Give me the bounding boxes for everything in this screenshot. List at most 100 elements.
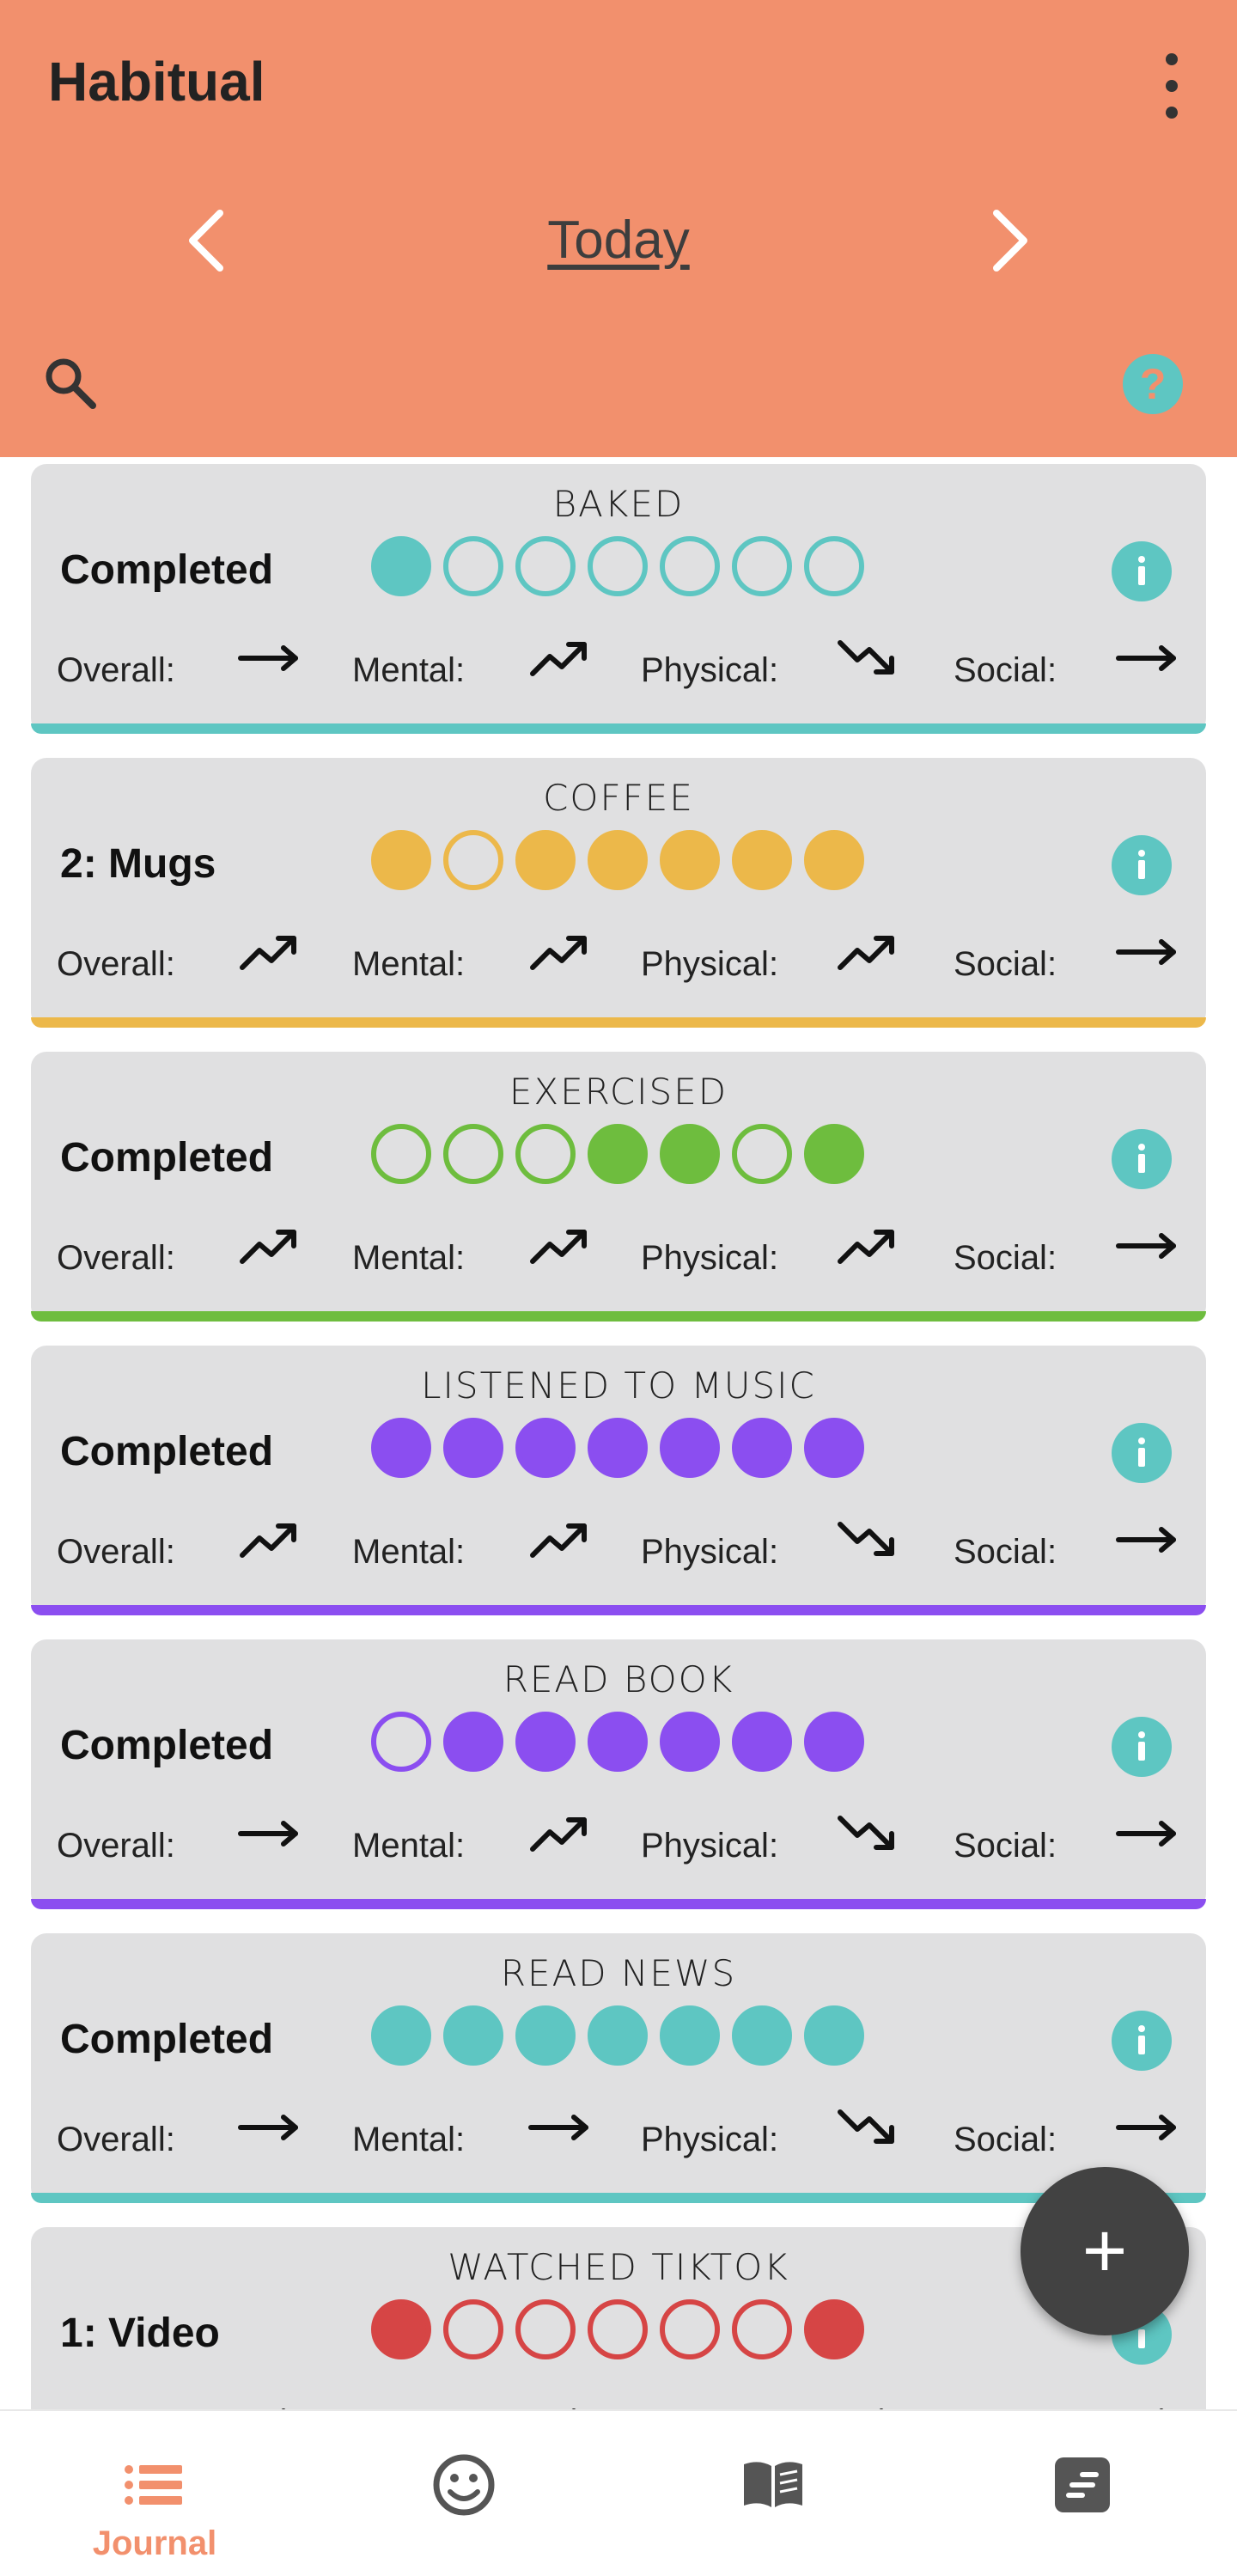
habit-status: 1: Video: [60, 2310, 220, 2356]
bottom-navigation: Journal: [0, 2409, 1237, 2576]
habit-title: BAKED: [552, 483, 685, 525]
trend-up-icon: [527, 926, 593, 978]
help-icon[interactable]: ?: [1123, 354, 1183, 414]
day-dot-filled[interactable]: [588, 1418, 648, 1478]
mental-label: Mental:: [352, 1239, 466, 1277]
trend-up-icon: [527, 1220, 593, 1272]
day-dot-filled[interactable]: [443, 2005, 503, 2066]
day-dot-filled[interactable]: [804, 1418, 864, 1478]
nav-item-smiley[interactable]: [309, 2411, 618, 2576]
trend-flat-icon: [527, 2102, 593, 2153]
nav-item-book[interactable]: [618, 2411, 928, 2576]
day-dot-filled[interactable]: [371, 2005, 431, 2066]
day-dot-filled[interactable]: [588, 1124, 648, 1184]
info-icon[interactable]: [1112, 1423, 1172, 1483]
day-dot-filled[interactable]: [515, 2005, 576, 2066]
day-dot-empty[interactable]: [732, 2299, 792, 2359]
day-dot-filled[interactable]: [732, 1712, 792, 1772]
day-dot-filled[interactable]: [515, 1418, 576, 1478]
day-dot-empty[interactable]: [515, 2299, 576, 2359]
habit-card[interactable]: READ BOOK Completed Overall: Mental: Physica…: [31, 1639, 1206, 1909]
day-dot-filled[interactable]: [660, 2005, 720, 2066]
day-dot-empty[interactable]: [443, 830, 503, 890]
trend-up-icon: [527, 1514, 593, 1566]
habit-card[interactable]: LISTENED TO MUSIC Completed Overall: Mental…: [31, 1346, 1206, 1615]
habit-week-dots: [371, 536, 864, 596]
nav-item-notes[interactable]: [928, 2411, 1237, 2576]
day-dot-filled[interactable]: [443, 1712, 503, 1772]
trend-flat-icon: [1115, 2396, 1180, 2409]
social-label: Social:: [954, 1827, 1057, 1865]
info-icon[interactable]: [1112, 2011, 1172, 2071]
social-label: Social:: [954, 1239, 1057, 1277]
day-dot-empty[interactable]: [660, 536, 720, 596]
day-dot-filled[interactable]: [804, 1712, 864, 1772]
social-label: Social:: [954, 945, 1057, 983]
habit-color-bar: [31, 1899, 1206, 1909]
mental-label: Mental:: [352, 1533, 466, 1571]
smiley-icon: [430, 2451, 498, 2519]
day-dot-empty[interactable]: [515, 536, 576, 596]
chevron-right-icon[interactable]: [979, 206, 1039, 275]
more-vert-icon[interactable]: [1151, 53, 1192, 119]
day-dot-filled[interactable]: [371, 536, 431, 596]
habit-card[interactable]: READ NEWS Completed Overall: Mental: Physica…: [31, 1933, 1206, 2203]
habit-week-dots: [371, 830, 864, 890]
day-dot-filled[interactable]: [443, 1418, 503, 1478]
day-dot-empty[interactable]: [371, 1712, 431, 1772]
info-icon[interactable]: [1112, 541, 1172, 601]
day-dot-filled[interactable]: [371, 1418, 431, 1478]
day-dot-empty[interactable]: [588, 2299, 648, 2359]
list-icon: [120, 2451, 189, 2519]
date-selector[interactable]: Today: [447, 210, 790, 271]
day-dot-empty[interactable]: [804, 536, 864, 596]
day-dot-filled[interactable]: [732, 830, 792, 890]
add-habit-button[interactable]: +: [1021, 2167, 1189, 2335]
day-dot-empty[interactable]: [443, 536, 503, 596]
day-dot-empty[interactable]: [443, 2299, 503, 2359]
trend-flat-icon: [1115, 1808, 1180, 1859]
physical-label: Physical:: [641, 651, 779, 689]
day-dot-empty[interactable]: [732, 1124, 792, 1184]
day-dot-filled[interactable]: [588, 830, 648, 890]
trend-up-icon: [237, 1514, 302, 1566]
info-icon[interactable]: [1112, 835, 1172, 895]
day-dot-filled[interactable]: [804, 1124, 864, 1184]
day-dot-filled[interactable]: [732, 2005, 792, 2066]
habit-card[interactable]: EXERCISED Completed Overall: Mental: Physica…: [31, 1052, 1206, 1322]
search-icon[interactable]: [40, 352, 100, 412]
habit-color-bar: [31, 2193, 1206, 2203]
day-dot-empty[interactable]: [588, 536, 648, 596]
nav-item-journal[interactable]: Journal: [0, 2411, 309, 2576]
trend-flat-icon: [1115, 632, 1180, 684]
day-dot-filled[interactable]: [588, 1712, 648, 1772]
day-dot-filled[interactable]: [588, 2005, 648, 2066]
day-dot-filled[interactable]: [732, 1418, 792, 1478]
day-dot-empty[interactable]: [515, 1124, 576, 1184]
day-dot-filled[interactable]: [660, 830, 720, 890]
day-dot-filled[interactable]: [660, 1124, 720, 1184]
trend-up-icon: [527, 632, 593, 684]
day-dot-filled[interactable]: [660, 1418, 720, 1478]
day-dot-filled[interactable]: [804, 830, 864, 890]
habit-card[interactable]: BAKED Completed Overall: Mental: Physical: So…: [31, 464, 1206, 734]
day-dot-filled[interactable]: [660, 1712, 720, 1772]
day-dot-filled[interactable]: [804, 2005, 864, 2066]
day-dot-filled[interactable]: [515, 830, 576, 890]
habit-title: COFFEE: [543, 777, 694, 819]
day-dot-empty[interactable]: [371, 1124, 431, 1184]
habit-card[interactable]: COFFEE 2: Mugs Overall: Mental: Physical: Soc…: [31, 758, 1206, 1028]
day-dot-filled[interactable]: [371, 830, 431, 890]
day-dot-filled[interactable]: [371, 2299, 431, 2359]
info-icon[interactable]: [1112, 1717, 1172, 1777]
physical-label: Physical:: [641, 1239, 779, 1277]
day-dot-empty[interactable]: [443, 1124, 503, 1184]
day-dot-filled[interactable]: [804, 2299, 864, 2359]
day-dot-filled[interactable]: [515, 1712, 576, 1772]
habit-title: LISTENED TO MUSIC: [421, 1364, 816, 1407]
chevron-left-icon[interactable]: [177, 206, 237, 275]
day-dot-empty[interactable]: [732, 536, 792, 596]
day-dot-empty[interactable]: [660, 2299, 720, 2359]
mental-label: Mental:: [352, 1827, 466, 1865]
info-icon[interactable]: [1112, 1129, 1172, 1189]
